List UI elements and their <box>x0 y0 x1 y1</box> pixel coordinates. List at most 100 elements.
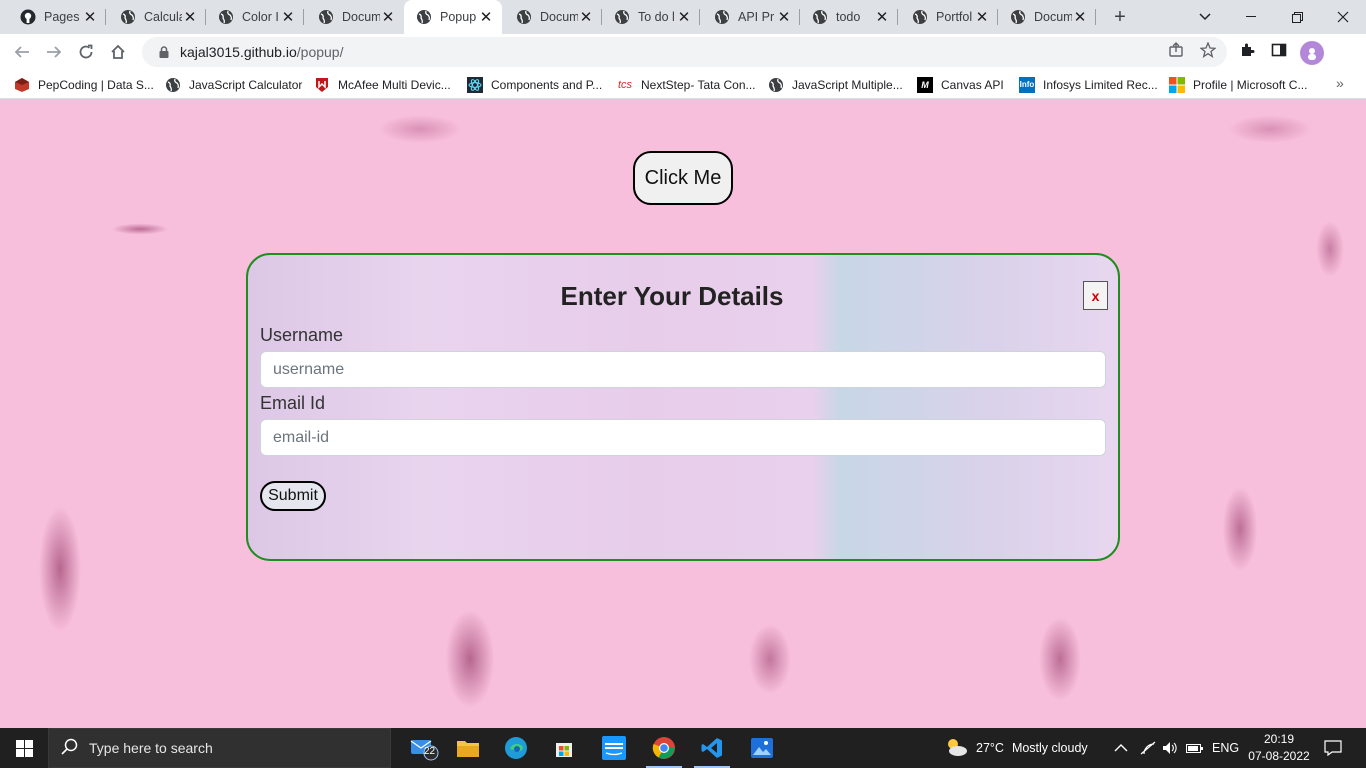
close-window-button[interactable] <box>1320 0 1366 34</box>
browser-tab[interactable]: Popup ✕ <box>404 0 502 34</box>
extensions-icon[interactable] <box>1238 41 1256 59</box>
back-button[interactable] <box>8 38 36 66</box>
bookmark-label: Infosys Limited Rec... <box>1043 77 1158 92</box>
browser-tab[interactable]: Docum ✕ <box>306 0 404 34</box>
tab-title: Pages <box>44 10 80 24</box>
lock-icon[interactable] <box>156 44 172 60</box>
browser-tab[interactable]: Calcula ✕ <box>108 0 206 34</box>
more-bookmarks-icon[interactable]: » <box>1336 75 1344 91</box>
browser-tab[interactable]: API Pr ✕ <box>702 0 800 34</box>
bookmark-label: Components and P... <box>491 77 603 92</box>
file-explorer-icon[interactable] <box>444 728 492 768</box>
close-tab-icon[interactable]: ✕ <box>280 9 296 26</box>
bookmark-item[interactable]: PepCoding | Data S... <box>14 71 154 98</box>
bookmark-item[interactable]: McAfee Multi Devic... <box>314 71 451 98</box>
volume-icon[interactable] <box>1162 728 1178 768</box>
close-tab-icon[interactable]: ✕ <box>182 9 198 26</box>
home-button[interactable] <box>104 38 132 66</box>
show-hidden-icons-icon[interactable] <box>1114 728 1128 768</box>
browser-tab[interactable]: Docum ✕ <box>504 0 602 34</box>
click-me-button[interactable]: Click Me <box>633 151 733 205</box>
bookmark-item[interactable]: JavaScript Multiple... <box>768 71 903 98</box>
tab-strip: Pages ✕ Calcula ✕ Color I ✕ Docum ✕ Popup ✕ Docum ✕… <box>0 0 1366 34</box>
popup-close-button[interactable]: x <box>1083 281 1108 310</box>
tab-title: API Pr <box>738 10 775 24</box>
windows-start-icon[interactable] <box>0 728 48 768</box>
tab-title: Portfol <box>936 10 973 24</box>
notifications-icon[interactable] <box>1324 728 1342 768</box>
pepcoding-icon <box>14 77 30 93</box>
close-tab-icon[interactable]: ✕ <box>578 9 594 26</box>
photos-app-icon[interactable] <box>738 728 786 768</box>
bookmark-item[interactable]: JavaScript Calculator <box>165 71 302 98</box>
share-icon[interactable] <box>1167 41 1185 59</box>
close-tab-icon[interactable]: ✕ <box>82 9 98 26</box>
browser-tab[interactable]: Color I ✕ <box>206 0 304 34</box>
taskbar-search-box[interactable]: Type here to search <box>48 728 391 768</box>
side-panel-icon[interactable] <box>1270 41 1288 59</box>
close-tab-icon[interactable]: ✕ <box>676 9 692 26</box>
weather-temperature: 27°C <box>976 741 1004 755</box>
prime-video-icon[interactable] <box>590 728 638 768</box>
profile-avatar[interactable] <box>1300 41 1324 65</box>
forward-button[interactable] <box>40 38 68 66</box>
microsoft-store-icon[interactable] <box>540 728 588 768</box>
details-popup: Enter Your Details x Username Email Id S… <box>246 253 1120 561</box>
bookmark-label: PepCoding | Data S... <box>38 77 154 92</box>
close-tab-icon[interactable]: ✕ <box>874 9 890 26</box>
vscode-icon[interactable] <box>688 728 736 768</box>
tab-separator <box>303 9 304 25</box>
bookmark-item[interactable]: Components and P... <box>467 71 602 98</box>
globe-icon <box>614 9 630 25</box>
network-icon[interactable] <box>1140 728 1156 768</box>
close-tab-icon[interactable]: ✕ <box>1072 9 1088 26</box>
globe-icon <box>165 77 181 93</box>
taskbar-clock[interactable]: 20:19 07-08-2022 <box>1244 731 1314 765</box>
globe-icon <box>912 9 928 25</box>
close-tab-icon[interactable]: ✕ <box>380 9 396 26</box>
bookmark-label: JavaScript Calculator <box>189 77 303 92</box>
taskbar: Type here to search 22 27°C Mostly cloud… <box>0 728 1366 768</box>
browser-tab[interactable]: Portfol ✕ <box>900 0 998 34</box>
edge-browser-icon[interactable] <box>492 728 540 768</box>
close-tab-icon[interactable]: ✕ <box>974 9 990 26</box>
globe-icon <box>318 9 334 25</box>
tcs-icon: tcs <box>617 78 633 91</box>
globe-icon <box>120 9 136 25</box>
mcafee-icon <box>314 77 330 93</box>
browser-tab[interactable]: todo ✕ <box>800 0 898 34</box>
weather-widget[interactable]: 27°C Mostly cloudy <box>944 728 1088 768</box>
browser-tab[interactable]: To do l ✕ <box>602 0 700 34</box>
tab-title: Color I <box>242 10 279 24</box>
bookmark-label: Profile | Microsoft C... <box>1193 77 1308 92</box>
tab-search-icon[interactable] <box>1182 0 1228 34</box>
bookmark-item[interactable]: M Canvas API <box>917 71 1004 98</box>
search-placeholder: Type here to search <box>89 740 213 756</box>
submit-button[interactable]: Submit <box>260 481 326 511</box>
bookmark-star-icon[interactable] <box>1199 41 1217 59</box>
language-indicator[interactable]: ENG <box>1212 728 1239 768</box>
email-input[interactable] <box>260 419 1106 456</box>
weather-condition: Mostly cloudy <box>1011 741 1088 755</box>
username-input[interactable] <box>260 351 1106 388</box>
browser-tab[interactable]: Pages ✕ <box>8 0 106 34</box>
address-bar[interactable]: kajal3015.github.io/popup/ <box>142 37 1227 67</box>
bookmark-item[interactable]: Profile | Microsoft C... <box>1169 71 1307 98</box>
minimize-button[interactable] <box>1228 0 1274 34</box>
globe-icon <box>218 9 234 25</box>
browser-tab[interactable]: Docum ✕ <box>998 0 1096 34</box>
close-tab-icon[interactable]: ✕ <box>478 9 494 26</box>
restore-button[interactable] <box>1274 0 1320 34</box>
tab-separator <box>699 9 700 25</box>
bookmark-item[interactable]: tcs NextStep- Tata Con... <box>617 71 756 98</box>
new-tab-button[interactable]: + <box>1108 5 1132 29</box>
page-viewport: Click Me Enter Your Details x Username E… <box>0 99 1366 728</box>
battery-icon[interactable] <box>1186 728 1204 768</box>
reload-button[interactable] <box>72 38 100 66</box>
mail-app-icon[interactable]: 22 <box>400 728 448 768</box>
close-tab-icon[interactable]: ✕ <box>776 9 792 26</box>
tab-title: Docum <box>1034 10 1072 24</box>
chrome-browser-icon[interactable] <box>640 728 688 768</box>
tab-title: Docum <box>540 10 578 24</box>
bookmark-item[interactable]: Info Infosys Limited Rec... <box>1019 71 1158 98</box>
